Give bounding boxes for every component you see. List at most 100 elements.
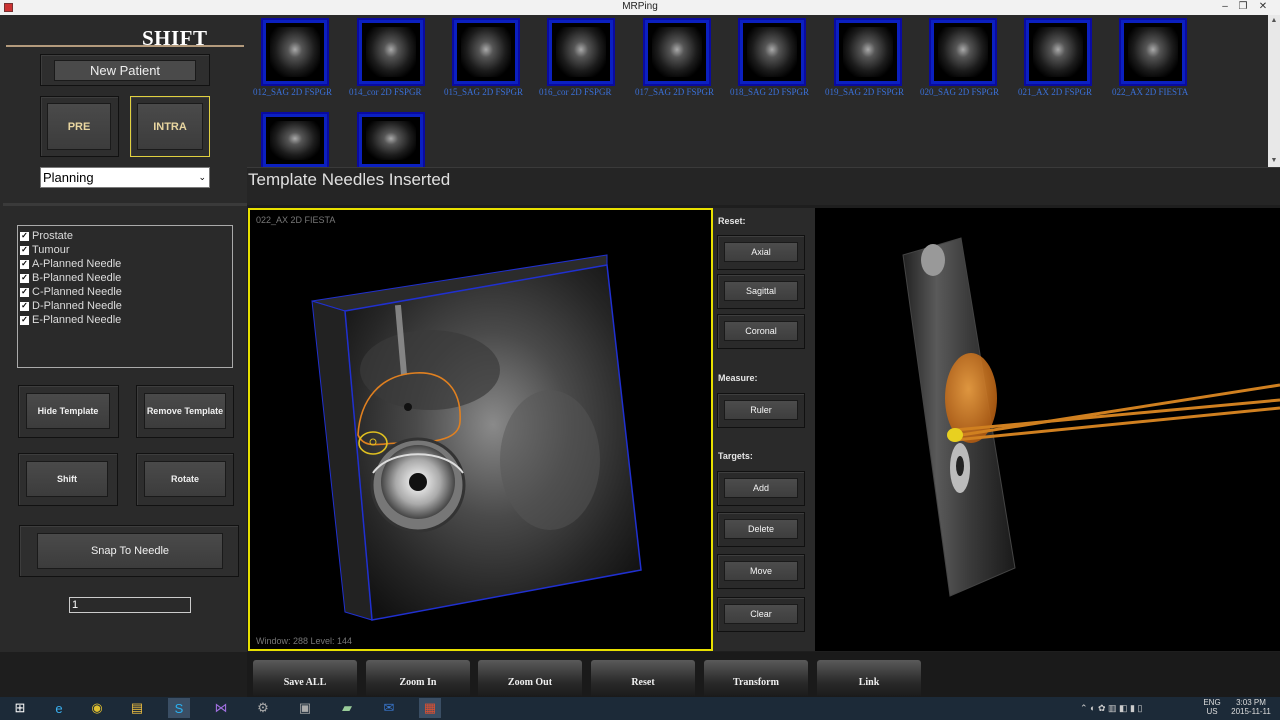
series-thumbnail[interactable] [549,20,613,84]
series-thumbnail[interactable] [645,20,709,84]
tool-app-icon[interactable]: ⚙ [252,698,274,718]
series-thumbnail[interactable] [1026,20,1090,84]
save-all-button[interactable]: Save ALL [253,660,357,697]
new-patient-button[interactable]: New Patient [54,60,196,81]
reset-button[interactable]: Reset [591,660,695,697]
status-text: Template Needles Inserted [248,170,451,189]
thumbnail-label: 019_SAG 2D FSPGR [825,87,905,97]
checkbox-checked-icon[interactable]: ✓ [20,315,29,325]
maximize-icon[interactable]: ❐ [1234,0,1252,15]
thumbnail-label: 016_cor 2D FSPGR [539,87,612,97]
scroll-up-icon[interactable]: ▲ [1268,15,1280,27]
list-item[interactable]: ✓ E-Planned Needle [20,313,232,327]
input-region: US [1206,707,1218,716]
zoom-in-button[interactable]: Zoom In [366,660,470,697]
mode-select-value: Planning [43,170,94,185]
list-item[interactable]: ✓ C-Planned Needle [20,285,232,299]
series-thumbnail[interactable] [263,20,327,84]
delete-target-button[interactable]: Delete [724,519,798,539]
checkbox-checked-icon[interactable]: ✓ [20,301,29,311]
add-target-button[interactable]: Add [724,478,798,498]
needle-number-input[interactable]: 1 [69,597,191,613]
mode-select[interactable]: Planning ⌄ [40,167,210,188]
transform-button[interactable]: Transform [704,660,808,697]
checkbox-checked-icon[interactable]: ✓ [20,273,29,283]
terminal-icon[interactable]: ▰ [336,698,358,718]
skype-icon[interactable]: S [168,698,190,718]
move-target-button[interactable]: Move [724,561,798,581]
list-item[interactable]: ✓ D-Planned Needle [20,299,232,313]
chrome-icon[interactable]: ◉ [86,698,108,718]
clear-targets-button[interactable]: Clear [724,604,798,624]
thumbnail-image [1033,27,1083,77]
window-title: MRPing [622,1,658,12]
windows-start-icon[interactable]: ⊞ [9,698,31,718]
logo-divider [6,45,244,47]
internet-explorer-icon[interactable]: e [48,698,70,718]
list-item[interactable]: ✓ Tumour [20,243,232,257]
series-thumbnail[interactable] [359,114,423,167]
window-level-readout: Window: 288 Level: 144 [256,636,353,646]
series-thumbnail[interactable] [359,20,423,84]
shift-button[interactable]: Shift [26,461,108,497]
minimize-icon[interactable]: – [1216,0,1234,15]
series-thumbnail[interactable] [1121,20,1185,84]
series-label: 022_AX 2D FIESTA [256,215,336,225]
list-item[interactable]: ✓ Prostate [20,229,232,243]
thumbnail-scrollbar[interactable]: ▲ ▼ [1268,15,1280,167]
list-item[interactable]: ✓ B-Planned Needle [20,271,232,285]
link-button[interactable]: Link [817,660,921,697]
snap-to-needle-button[interactable]: Snap To Needle [37,533,223,569]
visual-studio-icon[interactable]: ⋈ [210,698,232,718]
checkbox-checked-icon[interactable]: ✓ [20,231,29,241]
zoom-out-button[interactable]: Zoom Out [478,660,582,697]
input-language[interactable]: ENG [1199,698,1225,707]
slice-viewport[interactable]: 022_AX 2D FIESTA Window: 288 Level: 144 [248,208,713,651]
shift-logo: SHIFT [142,26,208,50]
pre-button[interactable]: PRE [47,103,111,150]
outlook-icon[interactable]: ✉ [378,698,400,718]
series-thumbnail[interactable] [931,20,995,84]
ruler-button[interactable]: Ruler [724,400,798,420]
sagittal-button[interactable]: Sagittal [724,281,798,301]
coronal-button[interactable]: Coronal [724,321,798,341]
rotate-button[interactable]: Rotate [144,461,226,497]
measure-label: Measure: [718,373,758,383]
series-thumbnail-strip: 012_SAG 2D FSPGR 014_cor 2D FSPGR 015_SA… [247,15,1268,167]
mrping-app-icon[interactable]: ▦ [419,698,441,718]
file-explorer-icon[interactable]: ▤ [126,698,148,718]
series-thumbnail[interactable] [263,114,327,167]
mri-slice-render [311,254,642,621]
clock-time[interactable]: 3:03 PM [1226,698,1276,707]
thumbnail-image [1128,27,1178,77]
series-thumbnail[interactable] [836,20,900,84]
app-icon[interactable]: ▣ [294,698,316,718]
axial-button[interactable]: Axial [724,242,798,262]
checkbox-checked-icon[interactable]: ✓ [20,287,29,297]
thumbnail-label: 014_cor 2D FSPGR [349,87,422,97]
checkbox-checked-icon[interactable]: ✓ [20,245,29,255]
thumbnail-label: 017_SAG 2D FSPGR [635,87,715,97]
remove-template-button[interactable]: Remove Template [144,393,226,429]
thumbnail-label: 021_AX 2D FSPGR [1018,87,1093,97]
series-thumbnail[interactable] [740,20,804,84]
tray-icons[interactable]: ⌃ ◐ ✿ ▥ ◧ ▮ ▯ [1080,703,1160,714]
thumbnail-label: 018_SAG 2D FSPGR [730,87,810,97]
3d-render [902,237,1280,597]
list-item[interactable]: ✓ A-Planned Needle [20,257,232,271]
scroll-down-icon[interactable]: ▼ [1268,155,1280,167]
close-icon[interactable]: ✕ [1254,0,1272,15]
thumbnail-image [366,27,416,77]
thumbnail-image [556,27,606,77]
tools-panel: Reset: Axial Sagittal Coronal Measure: R… [713,208,815,651]
series-thumbnail[interactable] [454,20,518,84]
intra-button[interactable]: INTRA [137,103,203,150]
hide-template-button[interactable]: Hide Template [26,393,110,429]
thumbnail-image [843,27,893,77]
thumbnail-image [270,27,320,77]
checkbox-checked-icon[interactable]: ✓ [20,259,29,269]
thumbnail-image [652,27,702,77]
3d-viewport[interactable] [815,208,1280,651]
thumbnail-image [461,27,511,77]
clock-date: 2015-11-11 [1231,707,1271,716]
